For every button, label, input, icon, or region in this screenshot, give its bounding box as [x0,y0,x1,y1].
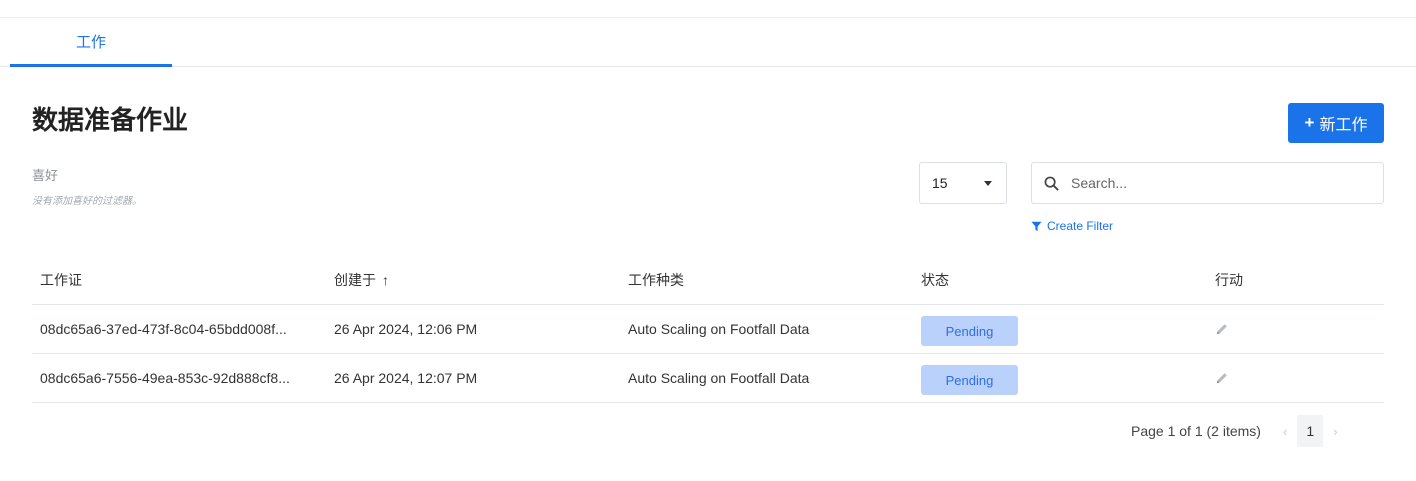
create-filter-label: Create Filter [1047,219,1114,233]
job-id-cell: 08dc65a6-7556-49ea-853c-92d888cf8... [40,370,290,386]
column-header-job-type[interactable]: 工作种类 [628,256,684,304]
column-header-status[interactable]: 状态 [921,256,949,304]
column-header-job-id[interactable]: 工作证 [40,256,82,304]
edit-icon[interactable] [1215,322,1229,336]
job-id-cell: 08dc65a6-37ed-473f-8c04-65bdd008f... [40,321,287,337]
favorites-empty-text: 没有添加喜好的过滤器。 [32,196,142,207]
job-type-cell: Auto Scaling on Footfall Data [628,321,810,337]
pagination: Page 1 of 1 (2 items) ‹ 1 › [1131,414,1348,448]
create-filter-link[interactable]: Create Filter [1031,219,1113,233]
page-size-select[interactable]: 15 [919,162,1007,204]
tab-bar: 工作 [0,18,1416,67]
search-input[interactable] [1069,174,1363,192]
status-badge: Pending [921,365,1018,395]
table-row: 08dc65a6-7556-49ea-853c-92d888cf8... 26 … [32,354,1384,403]
job-type-cell: Auto Scaling on Footfall Data [628,370,810,386]
pagination-summary: Page 1 of 1 (2 items) [1131,423,1261,439]
actions-cell [1215,354,1229,402]
actions-cell [1215,305,1229,353]
table-row: 08dc65a6-37ed-473f-8c04-65bdd008f... 26 … [32,305,1384,354]
status-cell: Pending [921,354,1018,402]
filter-icon [1031,221,1042,231]
new-job-button[interactable]: + 新工作 [1288,103,1384,143]
column-header-actions: 行动 [1215,272,1243,288]
plus-icon: + [1304,113,1315,132]
edit-icon[interactable] [1215,371,1229,385]
page-title: 数据准备作业 [32,105,189,135]
sort-ascending-icon: ↑ [382,272,389,288]
page-button-1[interactable]: 1 [1297,415,1324,447]
favorites-label: 喜好 [32,168,59,183]
column-header-created-label: 创建于 [334,272,376,288]
new-job-label: 新工作 [1319,117,1368,134]
status-cell: Pending [921,305,1018,353]
jobs-table: 工作证 创建于 ↑ 工作种类 状态 行动 08dc65a6-37ed-473f-… [32,256,1384,403]
table-header: 工作证 创建于 ↑ 工作种类 状态 行动 [32,256,1384,305]
next-page-icon[interactable]: › [1333,424,1337,439]
tab-jobs[interactable]: 工作 [10,18,172,67]
page-size-value: 15 [932,175,948,191]
status-badge: Pending [921,316,1018,346]
column-header-created-at[interactable]: 创建于 ↑ [334,256,389,304]
caret-down-icon [984,180,992,186]
created-at-cell: 26 Apr 2024, 12:06 PM [334,321,478,337]
search-box[interactable] [1031,162,1384,204]
prev-page-icon[interactable]: ‹ [1283,424,1287,439]
created-at-cell: 26 Apr 2024, 12:07 PM [334,370,478,386]
search-icon [1044,176,1059,191]
